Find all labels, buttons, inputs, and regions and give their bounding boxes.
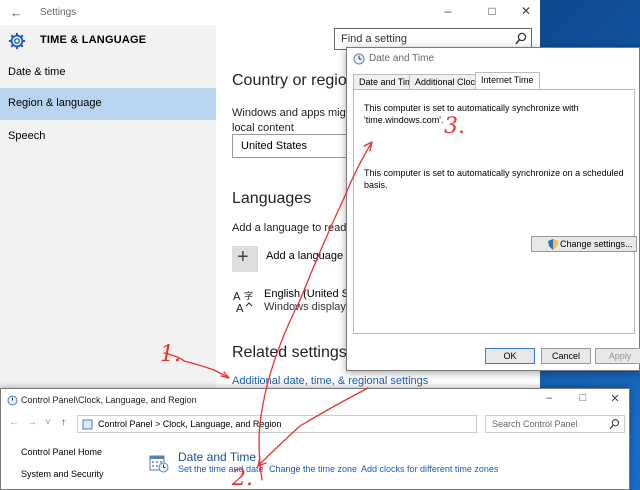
annotation-step-1: 1.: [160, 342, 181, 367]
add-clocks-link[interactable]: Add clocks for different time zones: [361, 464, 498, 474]
back-arrow-icon[interactable]: ←: [10, 5, 23, 20]
country-dropdown[interactable]: United States: [232, 134, 362, 158]
tab-internet-time[interactable]: Internet Time: [475, 72, 540, 89]
annotation-step-3: 3.: [444, 114, 465, 139]
change-time-zone-link[interactable]: Change the time zone: [269, 464, 357, 474]
address-bar[interactable]: Control Panel > Clock, Language, and Reg…: [77, 415, 477, 433]
search-icon: [515, 32, 527, 45]
languages-heading: Languages: [232, 190, 312, 207]
calendar-clock-icon: [149, 455, 169, 473]
sync-status-text: This computer is set to automatically sy…: [364, 103, 579, 126]
language-name[interactable]: English (United Sta: [264, 288, 358, 300]
country-dropdown-value: United States: [241, 140, 308, 152]
settings-titlebar: ← Settings – □ ✕: [0, 0, 540, 25]
maximize-icon[interactable]: □: [482, 4, 502, 18]
address-path: Control Panel > Clock, Language, and Reg…: [98, 419, 282, 429]
nav-item-region-language[interactable]: Region & language: [0, 88, 216, 120]
control-panel-icon: [82, 419, 93, 430]
up-arrow-icon[interactable]: ↑: [61, 417, 66, 428]
add-language-label[interactable]: Add a language: [266, 250, 343, 262]
settings-sidebar: TIME & LANGUAGE Date & time Region & lan…: [0, 25, 216, 395]
sidebar-item-system-and-security[interactable]: System and Security: [21, 469, 104, 479]
control-panel-search-input[interactable]: Search Control Panel: [485, 415, 625, 433]
add-language-button[interactable]: +: [232, 246, 258, 272]
country-description: Windows and apps might local content: [232, 107, 355, 135]
clock-icon: [353, 53, 365, 65]
nav-item-label: Speech: [8, 130, 46, 142]
control-panel-title: Control Panel\Clock, Language, and Regio…: [21, 395, 197, 405]
nav-item-date-time[interactable]: Date & time: [0, 57, 216, 89]
control-panel-icon: [7, 395, 18, 406]
search-placeholder: Search Control Panel: [492, 419, 578, 429]
ok-button[interactable]: OK: [485, 348, 535, 364]
change-settings-button[interactable]: Change settings...: [531, 236, 637, 252]
minimize-icon[interactable]: –: [438, 4, 458, 18]
gear-icon: [8, 32, 26, 50]
date-and-time-section-title[interactable]: Date and Time: [178, 450, 256, 464]
date-time-dialog: Date and Time Date and Time Additional C…: [346, 47, 640, 371]
dialog-title: Date and Time: [369, 53, 435, 64]
control-panel-titlebar: Control Panel\Clock, Language, and Regio…: [1, 389, 629, 411]
plus-icon: +: [237, 246, 249, 268]
nav-item-speech[interactable]: Speech: [0, 121, 216, 153]
recent-chevron-icon[interactable]: ˅: [45, 417, 51, 428]
nav-item-label: Date & time: [8, 66, 66, 78]
language-icon: A 字 A: [233, 290, 253, 314]
annotation-step-2: 2.: [232, 466, 253, 490]
minimize-icon[interactable]: –: [539, 392, 559, 404]
apply-button[interactable]: Apply: [595, 348, 640, 364]
dialog-titlebar: Date and Time: [347, 48, 639, 70]
sidebar-item-control-panel-home[interactable]: Control Panel Home: [21, 447, 102, 457]
additional-date-time-link[interactable]: Additional date, time, & regional settin…: [232, 375, 428, 387]
change-settings-label: Change settings...: [560, 239, 633, 249]
close-icon[interactable]: ✕: [516, 4, 536, 18]
maximize-icon[interactable]: □: [573, 392, 593, 404]
back-arrow-icon[interactable]: ←: [9, 417, 19, 428]
settings-window-title: Settings: [40, 7, 77, 18]
country-heading: Country or regio: [232, 72, 347, 89]
search-placeholder: Find a setting: [341, 33, 408, 45]
svg-text:A: A: [236, 302, 244, 314]
uac-shield-icon: [548, 239, 558, 250]
cancel-button[interactable]: Cancel: [541, 348, 591, 364]
settings-section-title: TIME & LANGUAGE: [40, 34, 147, 46]
internet-time-panel: This computer is set to automatically sy…: [353, 89, 637, 334]
close-icon[interactable]: ✕: [605, 392, 625, 405]
settings-header: TIME & LANGUAGE: [0, 25, 216, 57]
svg-text:字: 字: [244, 290, 253, 302]
language-subtitle: Windows display la: [264, 301, 358, 313]
forward-arrow-icon[interactable]: →: [27, 417, 37, 428]
control-panel-window: Control Panel\Clock, Language, and Regio…: [0, 388, 630, 490]
nav-item-label: Region & language: [8, 97, 102, 109]
related-settings-heading: Related settings: [232, 344, 347, 361]
address-row: ← → ˅ ↑ Control Panel > Clock, Language,…: [1, 413, 629, 435]
languages-description: Add a language to read a: [232, 222, 356, 234]
search-icon: [609, 418, 620, 430]
sync-schedule-text: This computer is set to automatically sy…: [364, 168, 624, 190]
